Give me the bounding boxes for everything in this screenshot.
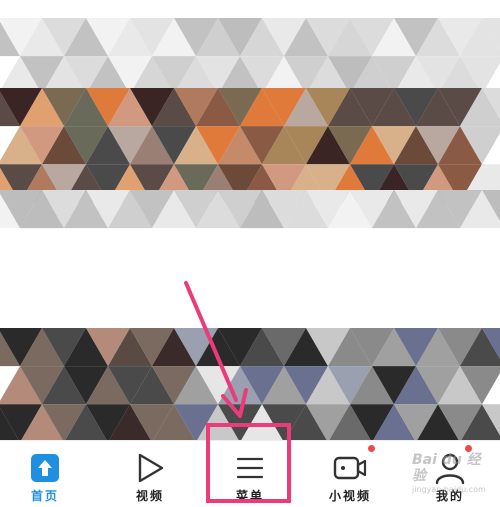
tab-video[interactable]: 视频 [105, 447, 195, 505]
mine-badge [465, 445, 472, 452]
home-icon [31, 454, 59, 482]
tab-video-label: 视频 [135, 489, 164, 503]
tab-home[interactable]: 首页 [0, 447, 90, 505]
watermark-url: jingyan.baidu.com [412, 485, 486, 494]
tab-small-video-label: 小视频 [328, 489, 371, 503]
camera-icon [333, 456, 367, 480]
tab-home-label: 首页 [30, 489, 59, 503]
pixelated-content-top [0, 18, 500, 229]
pixelated-content-bottom [0, 328, 500, 440]
watermark-brand: Bai du 经验 [412, 452, 481, 484]
baidu-jingyan-watermark: Bai du 经验 jingyan.baidu.com [412, 452, 494, 496]
tab-small-video[interactable]: 小视频 [305, 445, 395, 505]
small-video-badge [368, 445, 375, 452]
menu-highlight-box [206, 423, 291, 503]
play-icon [138, 453, 164, 483]
